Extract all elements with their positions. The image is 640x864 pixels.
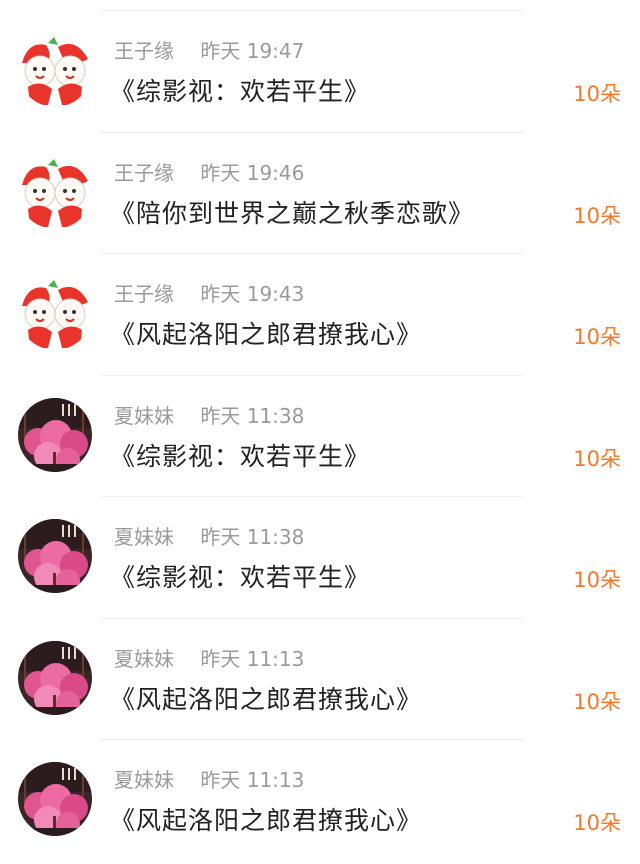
book-title[interactable]: 《综影视：欢若平生》 <box>110 75 370 109</box>
pink-blossom-icon <box>18 762 92 836</box>
book-title[interactable]: 《风起洛阳之郎君撩我心》 <box>110 318 422 352</box>
gift-count: 10朵 <box>573 203 621 228</box>
strawberry-kids-icon <box>18 276 92 350</box>
gift-count: 10朵 <box>573 82 621 106</box>
gift-list: 王子缘 昨天 19:47 《综影视：欢若平生》 10朵 王子缘 昨天 19:46… <box>0 11 640 862</box>
book-title[interactable]: 《综影视：欢若平生》 <box>110 561 370 595</box>
list-item[interactable]: 夏妹妹 昨天 11:13 《风起洛阳之郎君撩我心》 10朵 <box>18 740 621 862</box>
list-item[interactable]: 夏妹妹 昨天 11:13 《风起洛阳之郎君撩我心》 10朵 <box>18 619 621 740</box>
username[interactable]: 王子缘 <box>114 282 174 306</box>
timestamp: 昨天 19:46 <box>200 160 305 185</box>
avatar[interactable] <box>18 640 92 715</box>
username[interactable]: 王子缘 <box>114 39 174 63</box>
pink-blossom-icon <box>18 397 92 472</box>
avatar[interactable] <box>18 762 92 836</box>
username[interactable]: 王子缘 <box>114 161 174 185</box>
meta-line: 王子缘 昨天 19:47 <box>114 38 304 64</box>
meta-line: 夏妹妹 昨天 11:13 <box>114 767 304 793</box>
timestamp: 昨天 11:13 <box>200 768 305 792</box>
gift-count: 10朵 <box>573 811 621 835</box>
avatar[interactable] <box>18 33 92 107</box>
strawberry-kids-icon <box>18 33 92 107</box>
username[interactable]: 夏妹妹 <box>114 768 174 792</box>
book-title[interactable]: 《综影视：欢若平生》 <box>110 440 370 474</box>
list-item[interactable]: 夏妹妹 昨天 11:38 《综影视：欢若平生》 10朵 <box>18 376 621 497</box>
username[interactable]: 夏妹妹 <box>114 647 174 671</box>
meta-line: 夏妹妹 昨天 11:38 <box>114 524 304 550</box>
timestamp: 昨天 11:13 <box>200 646 305 671</box>
meta-line: 王子缘 昨天 19:43 <box>114 281 304 307</box>
list-item[interactable]: 王子缘 昨天 19:46 《陪你到世界之巅之秋季恋歌》 10朵 <box>18 133 621 254</box>
avatar[interactable] <box>18 519 92 593</box>
meta-line: 夏妹妹 昨天 11:38 <box>114 403 304 429</box>
pink-blossom-icon <box>18 519 92 593</box>
pink-blossom-icon <box>18 640 92 715</box>
timestamp: 昨天 11:38 <box>200 403 305 428</box>
avatar[interactable] <box>18 397 92 472</box>
list-item[interactable]: 夏妹妹 昨天 11:38 《综影视：欢若平生》 10朵 <box>18 497 621 619</box>
avatar[interactable] <box>18 276 92 350</box>
book-title[interactable]: 《风起洛阳之郎君撩我心》 <box>110 804 422 838</box>
username[interactable]: 夏妹妹 <box>114 404 174 428</box>
avatar[interactable] <box>18 154 92 229</box>
gift-count: 10朵 <box>573 446 621 471</box>
meta-line: 王子缘 昨天 19:46 <box>114 160 304 186</box>
list-item[interactable]: 王子缘 昨天 19:47 《综影视：欢若平生》 10朵 <box>18 11 621 133</box>
book-title[interactable]: 《风起洛阳之郎君撩我心》 <box>110 683 422 717</box>
gift-count: 10朵 <box>573 689 621 714</box>
username[interactable]: 夏妹妹 <box>114 525 174 549</box>
list-item[interactable]: 王子缘 昨天 19:43 《风起洛阳之郎君撩我心》 10朵 <box>18 254 621 376</box>
strawberry-kids-icon <box>18 154 92 229</box>
book-title[interactable]: 《陪你到世界之巅之秋季恋歌》 <box>110 197 474 231</box>
meta-line: 夏妹妹 昨天 11:13 <box>114 646 304 672</box>
timestamp: 昨天 19:43 <box>200 282 305 306</box>
timestamp: 昨天 19:47 <box>200 39 305 63</box>
gift-count: 10朵 <box>573 325 621 349</box>
timestamp: 昨天 11:38 <box>200 525 305 549</box>
gift-count: 10朵 <box>573 568 621 592</box>
